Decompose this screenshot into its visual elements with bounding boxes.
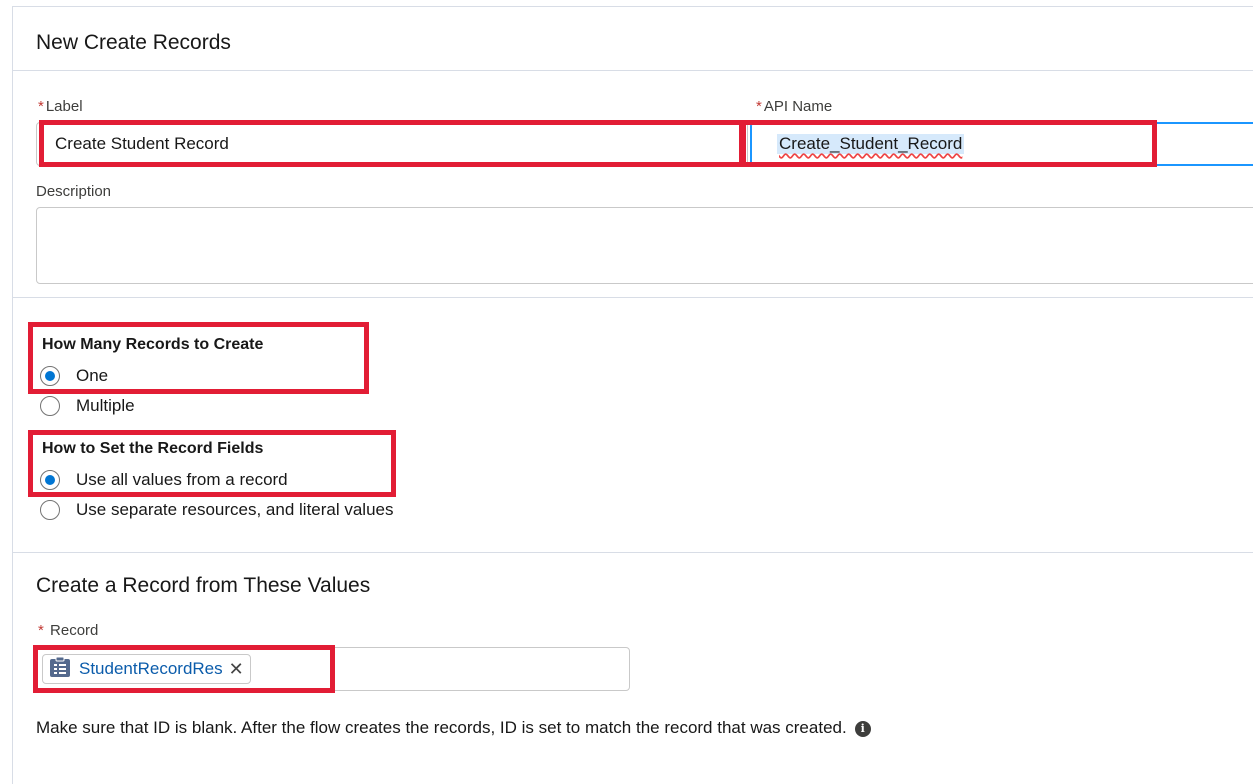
record-field-label: * Record — [38, 622, 99, 639]
label-input[interactable]: Create Student Record — [36, 122, 748, 166]
description-field-label: Description — [36, 183, 112, 200]
radio-use-all-values[interactable]: Use all values from a record — [40, 470, 288, 490]
header-divider — [12, 70, 1253, 71]
record-icon — [49, 656, 71, 683]
required-mark: * — [38, 98, 44, 115]
info-icon[interactable]: i — [854, 720, 871, 737]
radio-button[interactable] — [40, 500, 60, 520]
record-pill[interactable]: StudentRecordRes ✕ — [42, 654, 251, 684]
record-section-title: Create a Record from These Values — [36, 574, 371, 597]
close-icon[interactable]: ✕ — [229, 659, 244, 680]
radio-button-selected[interactable] — [40, 470, 60, 490]
api-name-input[interactable]: Create_Student_Record — [750, 122, 1253, 166]
label-field-label: * Label — [38, 98, 83, 115]
required-mark: * — [756, 98, 762, 115]
radio-button-selected[interactable] — [40, 366, 60, 386]
record-pill-label: StudentRecordRes — [79, 659, 223, 678]
api-name-field-label: * API Name — [756, 98, 833, 115]
page-title: New Create Records — [36, 31, 231, 54]
radio-use-separate-resources[interactable]: Use separate resources, and literal valu… — [40, 500, 394, 520]
radio-button[interactable] — [40, 396, 60, 416]
description-textarea[interactable] — [36, 207, 1253, 284]
how-to-set-title: How to Set the Record Fields — [42, 440, 264, 457]
section-divider-2 — [12, 552, 1253, 553]
section-divider-1 — [12, 297, 1253, 298]
required-mark: * — [38, 622, 44, 639]
record-helper-text: Make sure that ID is blank. After the fl… — [36, 718, 871, 738]
radio-multiple[interactable]: Multiple — [40, 396, 135, 416]
how-many-title: How Many Records to Create — [42, 336, 264, 353]
radio-one[interactable]: One — [40, 366, 108, 386]
